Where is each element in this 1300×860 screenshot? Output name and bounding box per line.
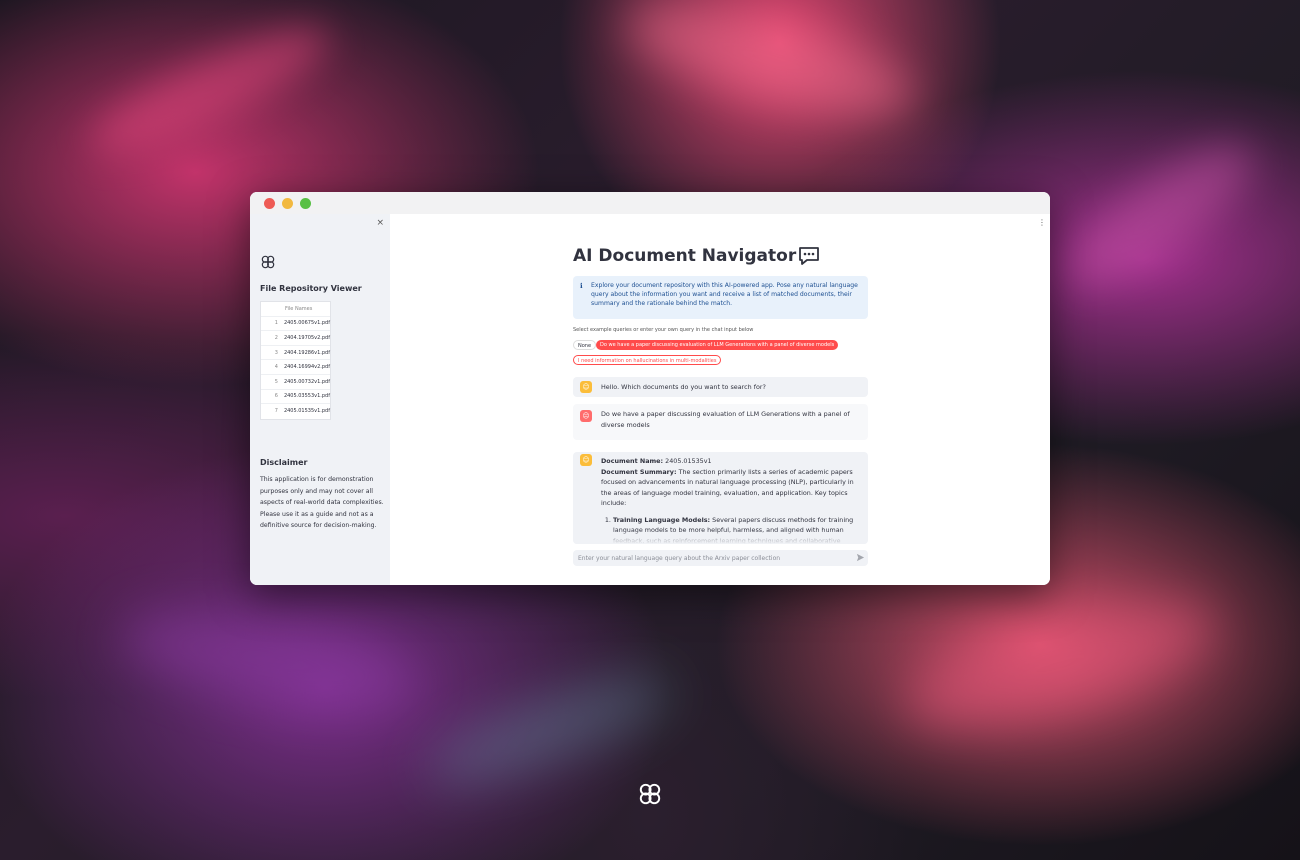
bot-response-message: ☺ Document Name: 2405.01535v1 Document S…: [573, 452, 868, 544]
file-name-cell[interactable]: 2404.19705v2.pdf: [282, 335, 330, 341]
close-window-button[interactable]: [264, 198, 275, 209]
background-streak: [1049, 123, 1271, 307]
main-menu-icon[interactable]: ⋮: [1038, 218, 1046, 227]
row-index: 3: [274, 349, 278, 356]
user-message: ☹ Do we have a paper discussing evaluati…: [573, 404, 868, 440]
main-panel: ⋮ AI Document Navigator ℹ Explore your d…: [390, 214, 1050, 585]
pill-example-query-selected[interactable]: Do we have a paper discussing evaluation…: [596, 340, 839, 350]
disclaimer-title: Disclaimer: [260, 458, 308, 467]
table-row[interactable]: 5 2405.00732v1.pdf: [261, 375, 330, 390]
row-index: 1: [274, 320, 278, 327]
file-table: File Names 1 2405.00675v1.pdf 2 2404.19705…: [260, 301, 331, 420]
clover-logo-icon: [261, 255, 275, 269]
sidebar-title: File Repository Viewer: [260, 284, 362, 293]
send-icon[interactable]: [856, 553, 865, 562]
bot-avatar-icon: ☺: [580, 381, 592, 393]
file-name-cell[interactable]: 2405.00732v1.pdf: [282, 379, 330, 385]
background-streak: [893, 580, 1227, 750]
chat-input[interactable]: [573, 550, 868, 566]
file-name-cell[interactable]: 2404.19286v1.pdf: [282, 350, 330, 356]
row-index: 2: [274, 334, 278, 341]
pill-example-query[interactable]: I need information on hallucinations in …: [573, 355, 722, 365]
file-name-cell[interactable]: 2405.03553v1.pdf: [282, 393, 330, 399]
background-streak: [614, 0, 926, 138]
select-example-label: Select example queries or enter your own…: [573, 327, 754, 333]
bot-message-text: Hello. Which documents do you want to se…: [601, 383, 766, 391]
row-index: 6: [274, 393, 278, 400]
document-name-value: 2405.01535v1: [665, 457, 712, 465]
file-name-cell[interactable]: 2405.00675v1.pdf: [282, 320, 330, 326]
maximize-window-button[interactable]: [300, 198, 311, 209]
disclaimer-text: This application is for demonstration pu…: [260, 476, 384, 529]
scroll-fade: [573, 530, 868, 544]
pill-none[interactable]: None: [573, 340, 597, 350]
clover-logo-icon: [639, 783, 661, 805]
window-titlebar: [250, 192, 1050, 214]
sidebar: × File Repository Viewer File Names 1 240…: [250, 214, 390, 585]
document-name-label: Document Name:: [601, 457, 664, 465]
row-index: 7: [274, 408, 278, 415]
table-header: File Names: [261, 302, 330, 317]
table-row[interactable]: 2 2404.19705v2.pdf: [261, 331, 330, 346]
user-avatar-icon: ☹: [580, 410, 592, 422]
file-name-cell[interactable]: 2405.01535v1.pdf: [282, 408, 330, 414]
document-summary-label: Document Summary:: [601, 467, 677, 476]
row-index: 4: [274, 364, 278, 371]
background-streak: [115, 594, 425, 726]
user-message-text: Do we have a paper discussing evaluation…: [601, 410, 850, 429]
row-index: 5: [274, 378, 278, 385]
info-box: ℹ Explore your document repository with …: [573, 276, 868, 319]
info-icon: ℹ: [580, 282, 583, 290]
app-window: × File Repository Viewer File Names 1 240…: [250, 192, 1050, 585]
file-name-cell[interactable]: 2404.16994v2.pdf: [282, 364, 330, 370]
table-row[interactable]: 7 2405.01535v1.pdf: [261, 404, 330, 419]
background-streak: [79, 7, 341, 173]
sidebar-close-icon[interactable]: ×: [376, 218, 384, 228]
table-row[interactable]: 3 2404.19286v1.pdf: [261, 346, 330, 361]
table-row[interactable]: 1 2405.00675v1.pdf: [261, 317, 330, 332]
column-header-file-names[interactable]: File Names: [283, 306, 330, 312]
list-item-label: Training Language Models:: [613, 515, 711, 524]
page-title-text: AI Document Navigator: [573, 246, 797, 266]
page-title: AI Document Navigator: [573, 246, 868, 266]
minimize-window-button[interactable]: [282, 198, 293, 209]
speech-bubble-icon: [799, 247, 820, 265]
info-text: Explore your document repository with th…: [591, 282, 858, 308]
table-row[interactable]: 6 2405.03553v1.pdf: [261, 390, 330, 405]
table-row[interactable]: 4 2404.16994v2.pdf: [261, 360, 330, 375]
bot-avatar-icon: ☺: [580, 454, 592, 466]
bot-message: ☺ Hello. Which documents do you want to …: [573, 377, 868, 397]
